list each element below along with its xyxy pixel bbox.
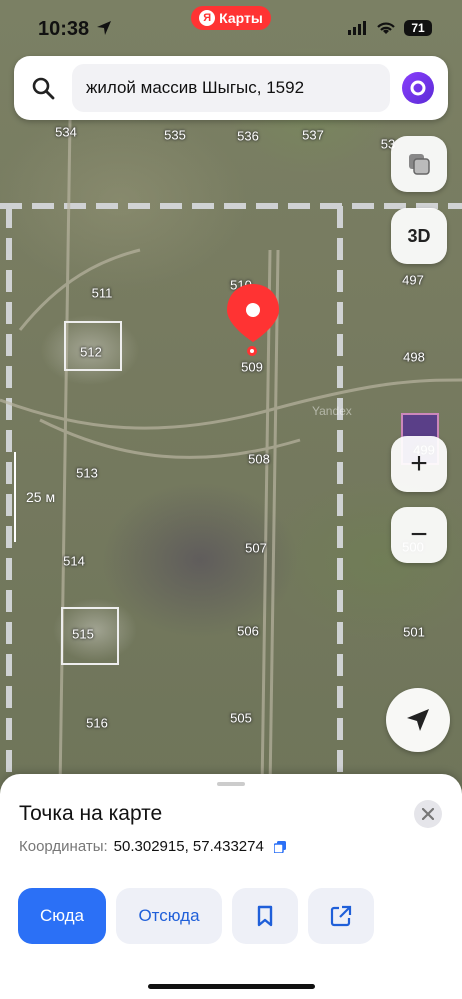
yandex-logo-icon: Я (199, 10, 216, 26)
brand-label: Карты (219, 10, 263, 26)
plot-label: 537 (302, 127, 324, 143)
coordinates-value[interactable]: 50.302915, 57.433274 (114, 838, 264, 855)
clock: 10:38 (38, 18, 90, 40)
alice-icon (410, 80, 426, 96)
share-icon (330, 905, 352, 927)
plot-label: 497 (402, 272, 424, 288)
coordinates-row: Координаты: 50.302915, 57.433274 (19, 838, 286, 855)
system-icons: 71 (348, 20, 432, 36)
battery-indicator: 71 (404, 20, 432, 36)
pin-point (247, 346, 257, 356)
plot-label: 501 (403, 624, 425, 640)
signal-icon (348, 21, 366, 35)
plot-label: 512 (80, 344, 102, 360)
home-indicator (148, 984, 315, 989)
plot-label: 505 (230, 710, 252, 726)
layers-icon (409, 154, 430, 175)
close-icon (422, 808, 434, 820)
place-card-sheet: Точка на карте Координаты: 50.302915, 57… (0, 774, 462, 999)
my-location-button[interactable] (386, 688, 450, 752)
zoom-out-button[interactable]: − (391, 507, 447, 563)
alice-voice-assistant-button[interactable] (402, 72, 434, 104)
sheet-grabber[interactable] (217, 782, 245, 786)
zoom-in-button[interactable]: + (391, 436, 447, 492)
plot-label: 506 (237, 623, 259, 639)
search-icon[interactable] (31, 76, 55, 100)
close-button[interactable] (414, 800, 442, 828)
search-bar[interactable]: жилой массив Шыгыс, 1592 (14, 56, 448, 120)
plot-label: 508 (248, 451, 270, 467)
coordinates-label: Координаты: (19, 838, 108, 855)
search-input[interactable]: жилой массив Шыгыс, 1592 (72, 64, 390, 112)
status-bar: 10:38 Я Карты 71 (0, 0, 462, 58)
scale-label: 25 м (26, 489, 56, 505)
wifi-icon (377, 22, 395, 34)
navigation-arrow-icon (407, 709, 429, 731)
map-watermark: Yandex (312, 404, 352, 418)
plot-label: 536 (237, 128, 259, 144)
plot-label: 507 (245, 540, 267, 556)
route-from-here-button[interactable]: Отсюда (116, 888, 222, 944)
layers-button[interactable] (391, 136, 447, 192)
plot-label: 513 (76, 465, 98, 481)
share-button[interactable] (308, 888, 374, 944)
bookmark-icon (257, 905, 273, 927)
plot-label: 534 (55, 124, 77, 140)
copy-icon[interactable] (273, 840, 286, 853)
plot-label: 515 (72, 626, 94, 642)
plot-label: 535 (164, 127, 186, 143)
plot-label: 498 (403, 349, 425, 365)
3d-mode-button[interactable]: 3D (391, 208, 447, 264)
location-pin-icon[interactable] (224, 282, 282, 344)
plot-label: 516 (86, 715, 108, 731)
scale-bar (14, 452, 16, 542)
plot-label: 514 (63, 553, 85, 569)
bookmark-button[interactable] (232, 888, 298, 944)
app-brand-badge: Я Карты (191, 6, 271, 30)
sheet-title: Точка на карте (19, 802, 163, 825)
plot-label: 509 (241, 359, 263, 375)
plot-label: 511 (91, 285, 113, 301)
location-arrow-icon (97, 21, 111, 35)
route-here-button[interactable]: Сюда (18, 888, 106, 944)
